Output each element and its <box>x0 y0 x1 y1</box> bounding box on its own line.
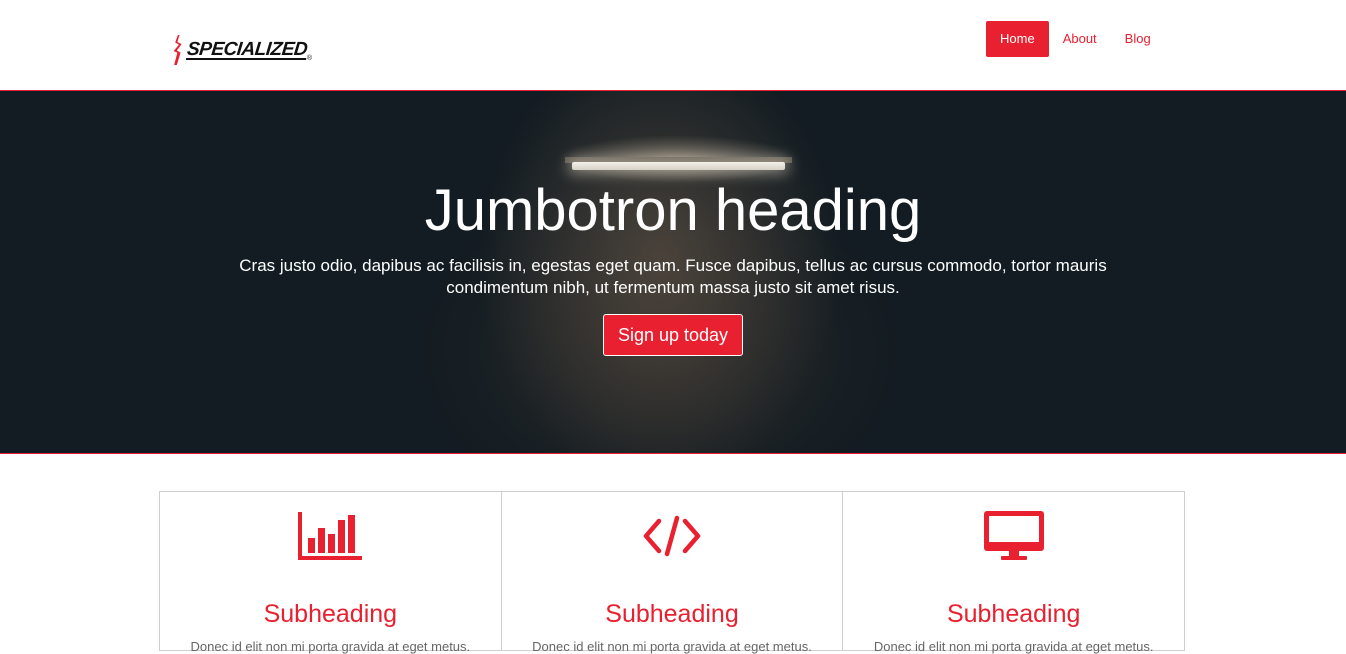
brand-name: SPECIALIZED <box>185 39 308 60</box>
bar-chart-icon <box>298 512 363 560</box>
navbar: SPECIALIZED ® Home About Blog <box>0 0 1346 91</box>
ceiling-lamp-light <box>572 162 785 170</box>
nav-about[interactable]: About <box>1049 21 1111 57</box>
main-nav: Home About Blog <box>986 21 1165 57</box>
feature-card: Subheading Donec id elit non mi porta gr… <box>502 492 844 654</box>
feature-text: Donec id elit non mi porta gravida at eg… <box>873 639 1154 654</box>
specialized-s-logo-icon <box>173 35 182 65</box>
jumbotron-content: Jumbotron heading Cras justo odio, dapib… <box>0 175 1346 356</box>
registered-mark-icon: ® <box>306 55 312 62</box>
feature-title: Subheading <box>605 600 739 628</box>
jumbotron: Jumbotron heading Cras justo odio, dapib… <box>0 91 1346 454</box>
feature-card: Subheading Donec id elit non mi porta gr… <box>843 492 1184 654</box>
brand-logo[interactable]: SPECIALIZED ® <box>172 22 312 78</box>
sign-up-button[interactable]: Sign up today <box>602 314 744 356</box>
feature-title: Subheading <box>263 600 398 628</box>
jumbotron-lead: Cras justo odio, dapibus ac facilisis in… <box>239 256 1107 297</box>
code-icon <box>643 515 701 557</box>
feature-text: Donec id elit non mi porta gravida at eg… <box>190 639 471 654</box>
features-row: Subheading Donec id elit non mi porta gr… <box>159 491 1185 654</box>
feature-card: Subheading Donec id elit non mi porta gr… <box>160 492 502 654</box>
nav-home[interactable]: Home <box>986 21 1049 57</box>
feature-text: Donec id elit non mi porta gravida at eg… <box>532 639 812 654</box>
jumbotron-heading: Jumbotron heading <box>424 178 922 243</box>
desktop-monitor-icon <box>983 511 1044 560</box>
feature-title: Subheading <box>946 600 1081 628</box>
nav-blog[interactable]: Blog <box>1111 21 1165 57</box>
